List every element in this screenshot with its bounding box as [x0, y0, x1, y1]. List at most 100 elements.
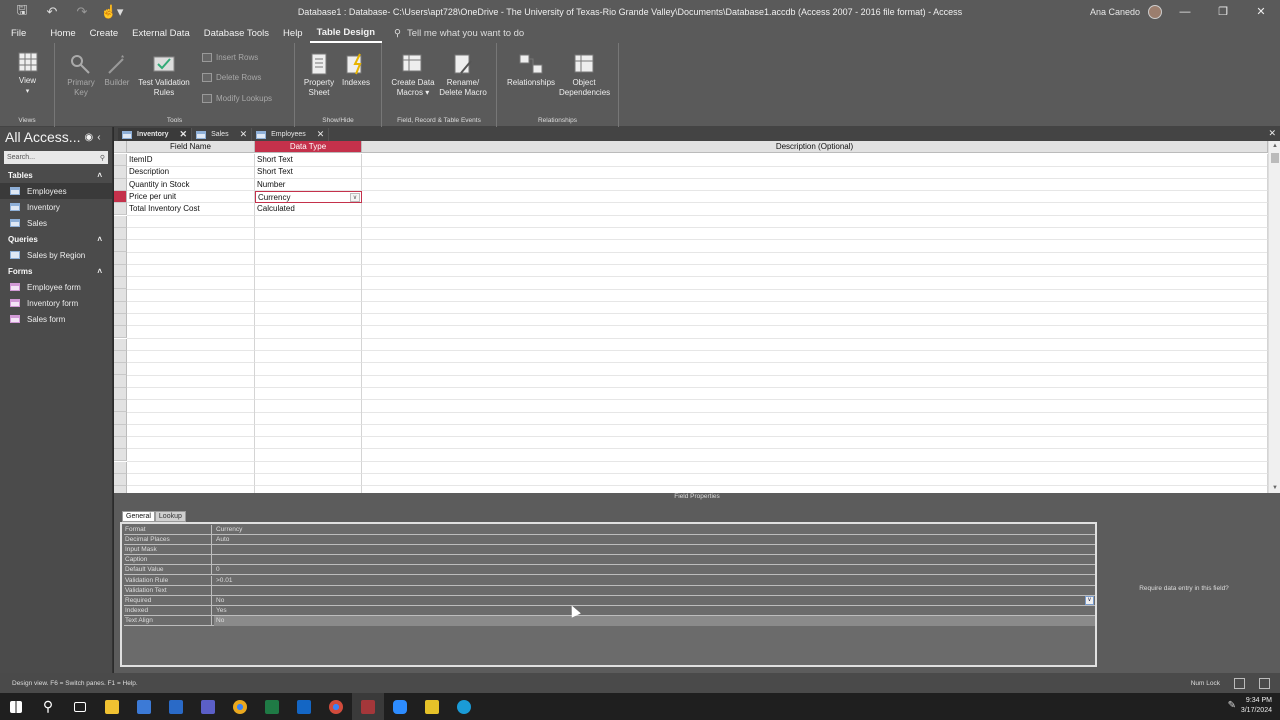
row-selector[interactable]: [114, 436, 127, 450]
store-icon[interactable]: [128, 693, 160, 720]
file-explorer-icon[interactable]: [96, 693, 128, 720]
property-row[interactable]: Validation Text: [124, 585, 1095, 596]
delete-rows-button[interactable]: Delete Rows: [202, 73, 261, 82]
nav-item-sales-by-region[interactable]: Sales by Region: [0, 247, 112, 263]
chevron-down-icon[interactable]: ∨: [1085, 595, 1094, 605]
description-cell[interactable]: [362, 178, 1268, 192]
nav-search-input[interactable]: Search... ⚲: [4, 151, 108, 164]
search-icon[interactable]: ⚲: [32, 693, 64, 720]
field-name-cell[interactable]: [127, 449, 255, 462]
data-type-cell[interactable]: [255, 436, 362, 450]
description-cell[interactable]: [362, 461, 1268, 474]
row-selector[interactable]: [114, 240, 127, 253]
row-selector[interactable]: [114, 313, 127, 327]
chrome-icon[interactable]: [224, 693, 256, 720]
data-type-cell[interactable]: [255, 264, 362, 278]
close-document-icon[interactable]: ✕: [1268, 128, 1276, 139]
data-type-cell[interactable]: [255, 227, 362, 241]
insert-rows-button[interactable]: Insert Rows: [202, 53, 258, 62]
field-name-cell[interactable]: [127, 387, 255, 401]
property-row[interactable]: Validation Rule >0.01: [124, 575, 1095, 586]
description-cell[interactable]: [362, 387, 1268, 401]
description-cell[interactable]: [362, 436, 1268, 450]
object-dependencies-button[interactable]: Object Dependencies: [559, 53, 610, 98]
pen-icon[interactable]: ✎: [1228, 700, 1236, 711]
view-button[interactable]: View ▾: [10, 51, 45, 97]
data-type-cell[interactable]: Calculated: [255, 203, 362, 216]
field-name-cell[interactable]: [127, 252, 255, 265]
field-name-cell[interactable]: [127, 412, 255, 425]
description-cell[interactable]: [362, 240, 1268, 253]
tab-create[interactable]: Create: [83, 23, 126, 43]
row-selector[interactable]: [114, 166, 127, 179]
scroll-thumb[interactable]: [1271, 153, 1279, 163]
property-row[interactable]: Text Align No: [124, 615, 1095, 626]
property-value[interactable]: No: [214, 596, 1095, 606]
data-type-cell[interactable]: Currency ∨: [255, 190, 362, 204]
collapse-nav-icon[interactable]: ‹: [97, 132, 100, 143]
tab-help[interactable]: Help: [276, 23, 310, 43]
description-cell[interactable]: [362, 375, 1268, 388]
rename-delete-macro-button[interactable]: Rename/ Delete Macro: [438, 53, 488, 98]
property-row[interactable]: Indexed Yes: [124, 605, 1095, 616]
nav-item-inventory-form[interactable]: Inventory form: [0, 295, 112, 311]
field-name-cell[interactable]: [127, 436, 255, 450]
design-view-icon[interactable]: [1259, 677, 1270, 689]
field-name-cell[interactable]: [127, 227, 255, 241]
property-row[interactable]: Default Value 0: [124, 565, 1095, 576]
data-type-cell[interactable]: [255, 473, 362, 487]
description-cell[interactable]: [362, 313, 1268, 327]
header-description[interactable]: Description (Optional): [362, 141, 1268, 153]
row-selector[interactable]: [114, 203, 127, 216]
clock[interactable]: 9:34 PM 3/17/2024: [1241, 696, 1272, 716]
header-data-type[interactable]: Data Type: [255, 141, 362, 153]
zoom-icon[interactable]: [384, 693, 416, 720]
data-type-cell[interactable]: Number: [255, 178, 362, 192]
data-type-cell[interactable]: [255, 252, 362, 265]
tab-lookup[interactable]: Lookup: [154, 511, 186, 522]
row-selector[interactable]: [114, 461, 127, 474]
row-selector[interactable]: [114, 326, 127, 339]
description-cell[interactable]: [362, 154, 1268, 167]
save-icon[interactable]: 🖫: [8, 1, 36, 23]
data-type-cell[interactable]: [255, 277, 362, 290]
nav-menu-icon[interactable]: ◉: [84, 132, 93, 143]
row-selector[interactable]: [114, 363, 127, 376]
doc-tab-employees[interactable]: Employees ✕: [252, 128, 330, 141]
property-row[interactable]: Input Mask: [124, 545, 1095, 556]
property-value[interactable]: [214, 545, 1095, 555]
nav-item-sales-form[interactable]: Sales form: [0, 311, 112, 327]
tab-external-data[interactable]: External Data: [125, 23, 197, 43]
doc-tab-sales[interactable]: Sales ✕: [192, 128, 253, 141]
nav-header[interactable]: All Access... ◉ ‹: [0, 127, 112, 147]
description-cell[interactable]: [362, 301, 1268, 315]
nav-section-forms[interactable]: Forms ˄: [0, 263, 112, 279]
nav-item-sales[interactable]: Sales: [0, 215, 112, 231]
scroll-down-icon[interactable]: ▼: [1269, 483, 1280, 493]
nav-item-employees[interactable]: Employees: [0, 183, 112, 199]
row-selector[interactable]: [114, 289, 127, 302]
row-selector[interactable]: [114, 424, 127, 437]
row-selector[interactable]: [114, 400, 127, 413]
row-selector[interactable]: [114, 264, 127, 277]
description-cell[interactable]: [362, 203, 1268, 216]
edge-icon[interactable]: [448, 693, 480, 720]
primary-key-button[interactable]: Primary Key: [63, 53, 99, 98]
scroll-up-icon[interactable]: ▲: [1269, 141, 1280, 151]
data-type-cell[interactable]: [255, 215, 362, 228]
description-cell[interactable]: [362, 473, 1268, 487]
description-cell[interactable]: [362, 326, 1268, 339]
restore-button[interactable]: ❐: [1208, 5, 1238, 18]
tab-home[interactable]: Home: [43, 23, 82, 43]
redo-icon[interactable]: ↷: [68, 1, 96, 23]
data-type-cell[interactable]: [255, 338, 362, 351]
tab-file[interactable]: File: [0, 23, 33, 43]
data-type-cell[interactable]: [255, 350, 362, 364]
property-value[interactable]: [214, 586, 1095, 596]
row-selector[interactable]: [114, 473, 127, 487]
description-cell[interactable]: [362, 363, 1268, 376]
notes-icon[interactable]: [416, 693, 448, 720]
field-name-cell[interactable]: [127, 313, 255, 327]
excel-icon[interactable]: [256, 693, 288, 720]
field-name-cell[interactable]: [127, 350, 255, 364]
